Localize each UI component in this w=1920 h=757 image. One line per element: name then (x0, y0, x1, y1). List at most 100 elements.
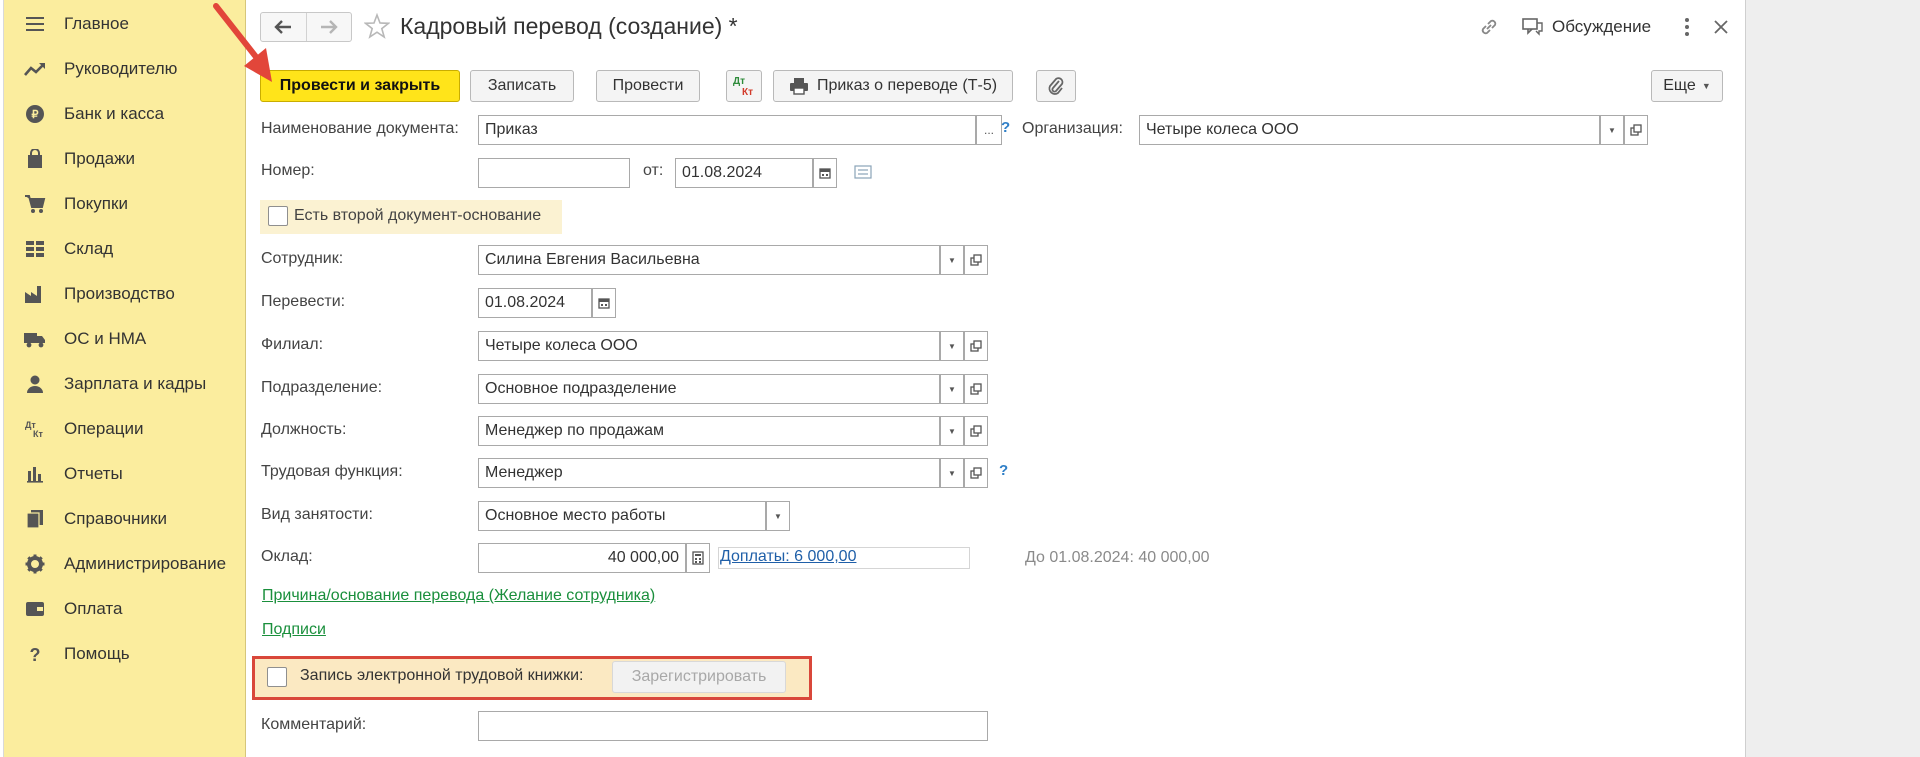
comment-field[interactable] (478, 711, 988, 741)
sidebar-item-warehouse[interactable]: Склад (4, 229, 246, 269)
question-icon: ? (22, 643, 48, 665)
department-dropdown-button[interactable]: ▼ (940, 374, 964, 404)
print-order-t5-button[interactable]: Приказ о переводе (Т-5) (773, 70, 1013, 102)
salary-label: Оклад: (261, 548, 313, 565)
allowances-link[interactable]: Доплаты: 6 000,00 (720, 548, 856, 566)
doc-name-field[interactable]: Приказ (478, 115, 976, 145)
more-menu-button[interactable]: Еще ▼ (1651, 70, 1723, 102)
position-dropdown-button[interactable]: ▼ (940, 416, 964, 446)
sidebar-item-salary-hr[interactable]: Зарплата и кадры (4, 364, 246, 404)
sidebar-item-label: Главное (64, 14, 129, 33)
truck-icon (22, 328, 48, 350)
doc-name-select-button[interactable]: ... (976, 115, 1002, 145)
position-field[interactable]: Менеджер по продажам (478, 416, 940, 446)
sidebar-item-payment[interactable]: Оплата (4, 589, 246, 629)
open-window-icon (970, 425, 982, 437)
svg-text:₽: ₽ (32, 109, 39, 121)
salary-calculator-button[interactable] (686, 543, 710, 573)
number-field[interactable] (478, 158, 630, 188)
sidebar-item-label: Помощь (64, 644, 130, 663)
wallet-icon (22, 598, 48, 620)
branch-field[interactable]: Четыре колеса ООО (478, 331, 940, 361)
dt-kt-button[interactable]: Дт Кт (726, 70, 762, 102)
department-field[interactable]: Основное подразделение (478, 374, 940, 404)
employee-field[interactable]: Силина Евгения Васильевна (478, 245, 940, 275)
sidebar-item-directories[interactable]: Справочники (4, 499, 246, 539)
svg-text:Кт: Кт (742, 87, 753, 98)
transfer-date-label: Перевести: (261, 293, 346, 310)
organization-dropdown-button[interactable]: ▼ (1600, 115, 1624, 145)
organization-open-button[interactable] (1624, 115, 1648, 145)
signatures-link[interactable]: Подписи (262, 621, 326, 639)
branch-open-button[interactable] (964, 331, 988, 361)
transfer-reason-link[interactable]: Причина/основание перевода (Желание сотр… (262, 587, 655, 605)
svg-text:?: ? (30, 645, 41, 664)
document-date-field[interactable]: 01.08.2024 (675, 158, 813, 188)
department-open-button[interactable] (964, 374, 988, 404)
sidebar-item-reports[interactable]: Отчеты (4, 454, 246, 494)
employee-dropdown-button[interactable]: ▼ (940, 245, 964, 275)
doc-name-help-icon[interactable]: ? (1001, 119, 1010, 136)
sidebar-item-bank[interactable]: ₽ Банк и касса (4, 94, 246, 134)
post-and-close-button[interactable]: Провести и закрыть (260, 70, 460, 102)
dt-kt-icon: ДтКт (22, 418, 48, 440)
labor-function-dropdown-button[interactable]: ▼ (940, 458, 964, 488)
sidebar-item-operations[interactable]: Дт Кт Операции (4, 409, 246, 449)
svg-text:Дт: Дт (733, 76, 745, 87)
employment-type-dropdown-button[interactable]: ▼ (766, 501, 790, 531)
employment-type-select[interactable]: Основное место работы (478, 501, 766, 531)
employment-type-label: Вид занятости: (261, 506, 373, 523)
register-button[interactable]: Зарегистрировать (612, 661, 786, 693)
open-window-icon (970, 340, 982, 352)
discussion-button[interactable]: Обсуждение (1522, 14, 1651, 40)
sidebar-item-administration[interactable]: Администрирование (4, 544, 246, 584)
sidebar-item-help[interactable]: ? Помощь (4, 634, 246, 674)
close-icon[interactable] (1710, 16, 1732, 38)
etk-record-checkbox[interactable] (267, 667, 287, 687)
print-order-label: Приказ о переводе (Т-5) (816, 77, 998, 94)
more-vertical-icon[interactable] (1678, 14, 1696, 40)
employee-open-button[interactable] (964, 245, 988, 275)
salary-field[interactable]: 40 000,00 (478, 543, 686, 573)
dt-kt-icon: ДтКт (733, 76, 753, 98)
numerator-settings-icon[interactable] (854, 165, 872, 179)
sidebar-item-label: Администрирование (64, 554, 227, 573)
open-window-icon (970, 467, 982, 479)
department-label: Подразделение: (261, 379, 383, 396)
labor-function-field[interactable]: Менеджер (478, 458, 940, 488)
sidebar-item-label: Банк и касса (64, 104, 165, 123)
sidebar-item-label: Оплата (64, 599, 123, 618)
calculator-icon (692, 551, 704, 565)
labor-function-open-button[interactable] (964, 458, 988, 488)
chevron-down-icon: ▼ (948, 384, 956, 394)
second-basis-checkbox[interactable] (268, 206, 288, 226)
transfer-date-field[interactable]: 01.08.2024 (478, 288, 592, 318)
sidebar-item-label: Покупки (64, 194, 128, 213)
organization-field[interactable]: Четыре колеса ООО (1139, 115, 1600, 145)
sidebar-item-fixed-assets[interactable]: ОС и НМА (4, 319, 246, 359)
calendar-icon (598, 298, 610, 309)
link-icon[interactable] (1478, 16, 1500, 38)
sidebar-item-production[interactable]: Производство (4, 274, 246, 314)
gear-icon (22, 553, 48, 575)
organization-label: Организация: (1022, 120, 1123, 137)
sidebar-item-label: Склад (64, 239, 114, 258)
factory-icon (22, 283, 48, 305)
attach-button[interactable] (1036, 70, 1076, 102)
branch-dropdown-button[interactable]: ▼ (940, 331, 964, 361)
sidebar-item-label: Зарплата и кадры (64, 374, 207, 393)
bar-chart-icon (22, 463, 48, 485)
post-button[interactable]: Провести (596, 70, 700, 102)
labor-function-help-icon[interactable]: ? (999, 462, 1008, 479)
document-date-calendar-button[interactable] (813, 158, 837, 188)
transfer-date-calendar-button[interactable] (592, 288, 616, 318)
save-button[interactable]: Записать (470, 70, 574, 102)
open-window-icon (970, 254, 982, 266)
forward-button[interactable] (305, 13, 351, 41)
position-open-button[interactable] (964, 416, 988, 446)
sidebar-item-sales[interactable]: Продажи (4, 139, 246, 179)
salary-before-text: До 01.08.2024: 40 000,00 (1025, 549, 1210, 566)
favorite-star-icon[interactable] (364, 13, 390, 39)
sidebar-item-purchases[interactable]: Покупки (4, 184, 246, 224)
etk-record-label: Запись электронной трудовой книжки: (300, 667, 584, 684)
